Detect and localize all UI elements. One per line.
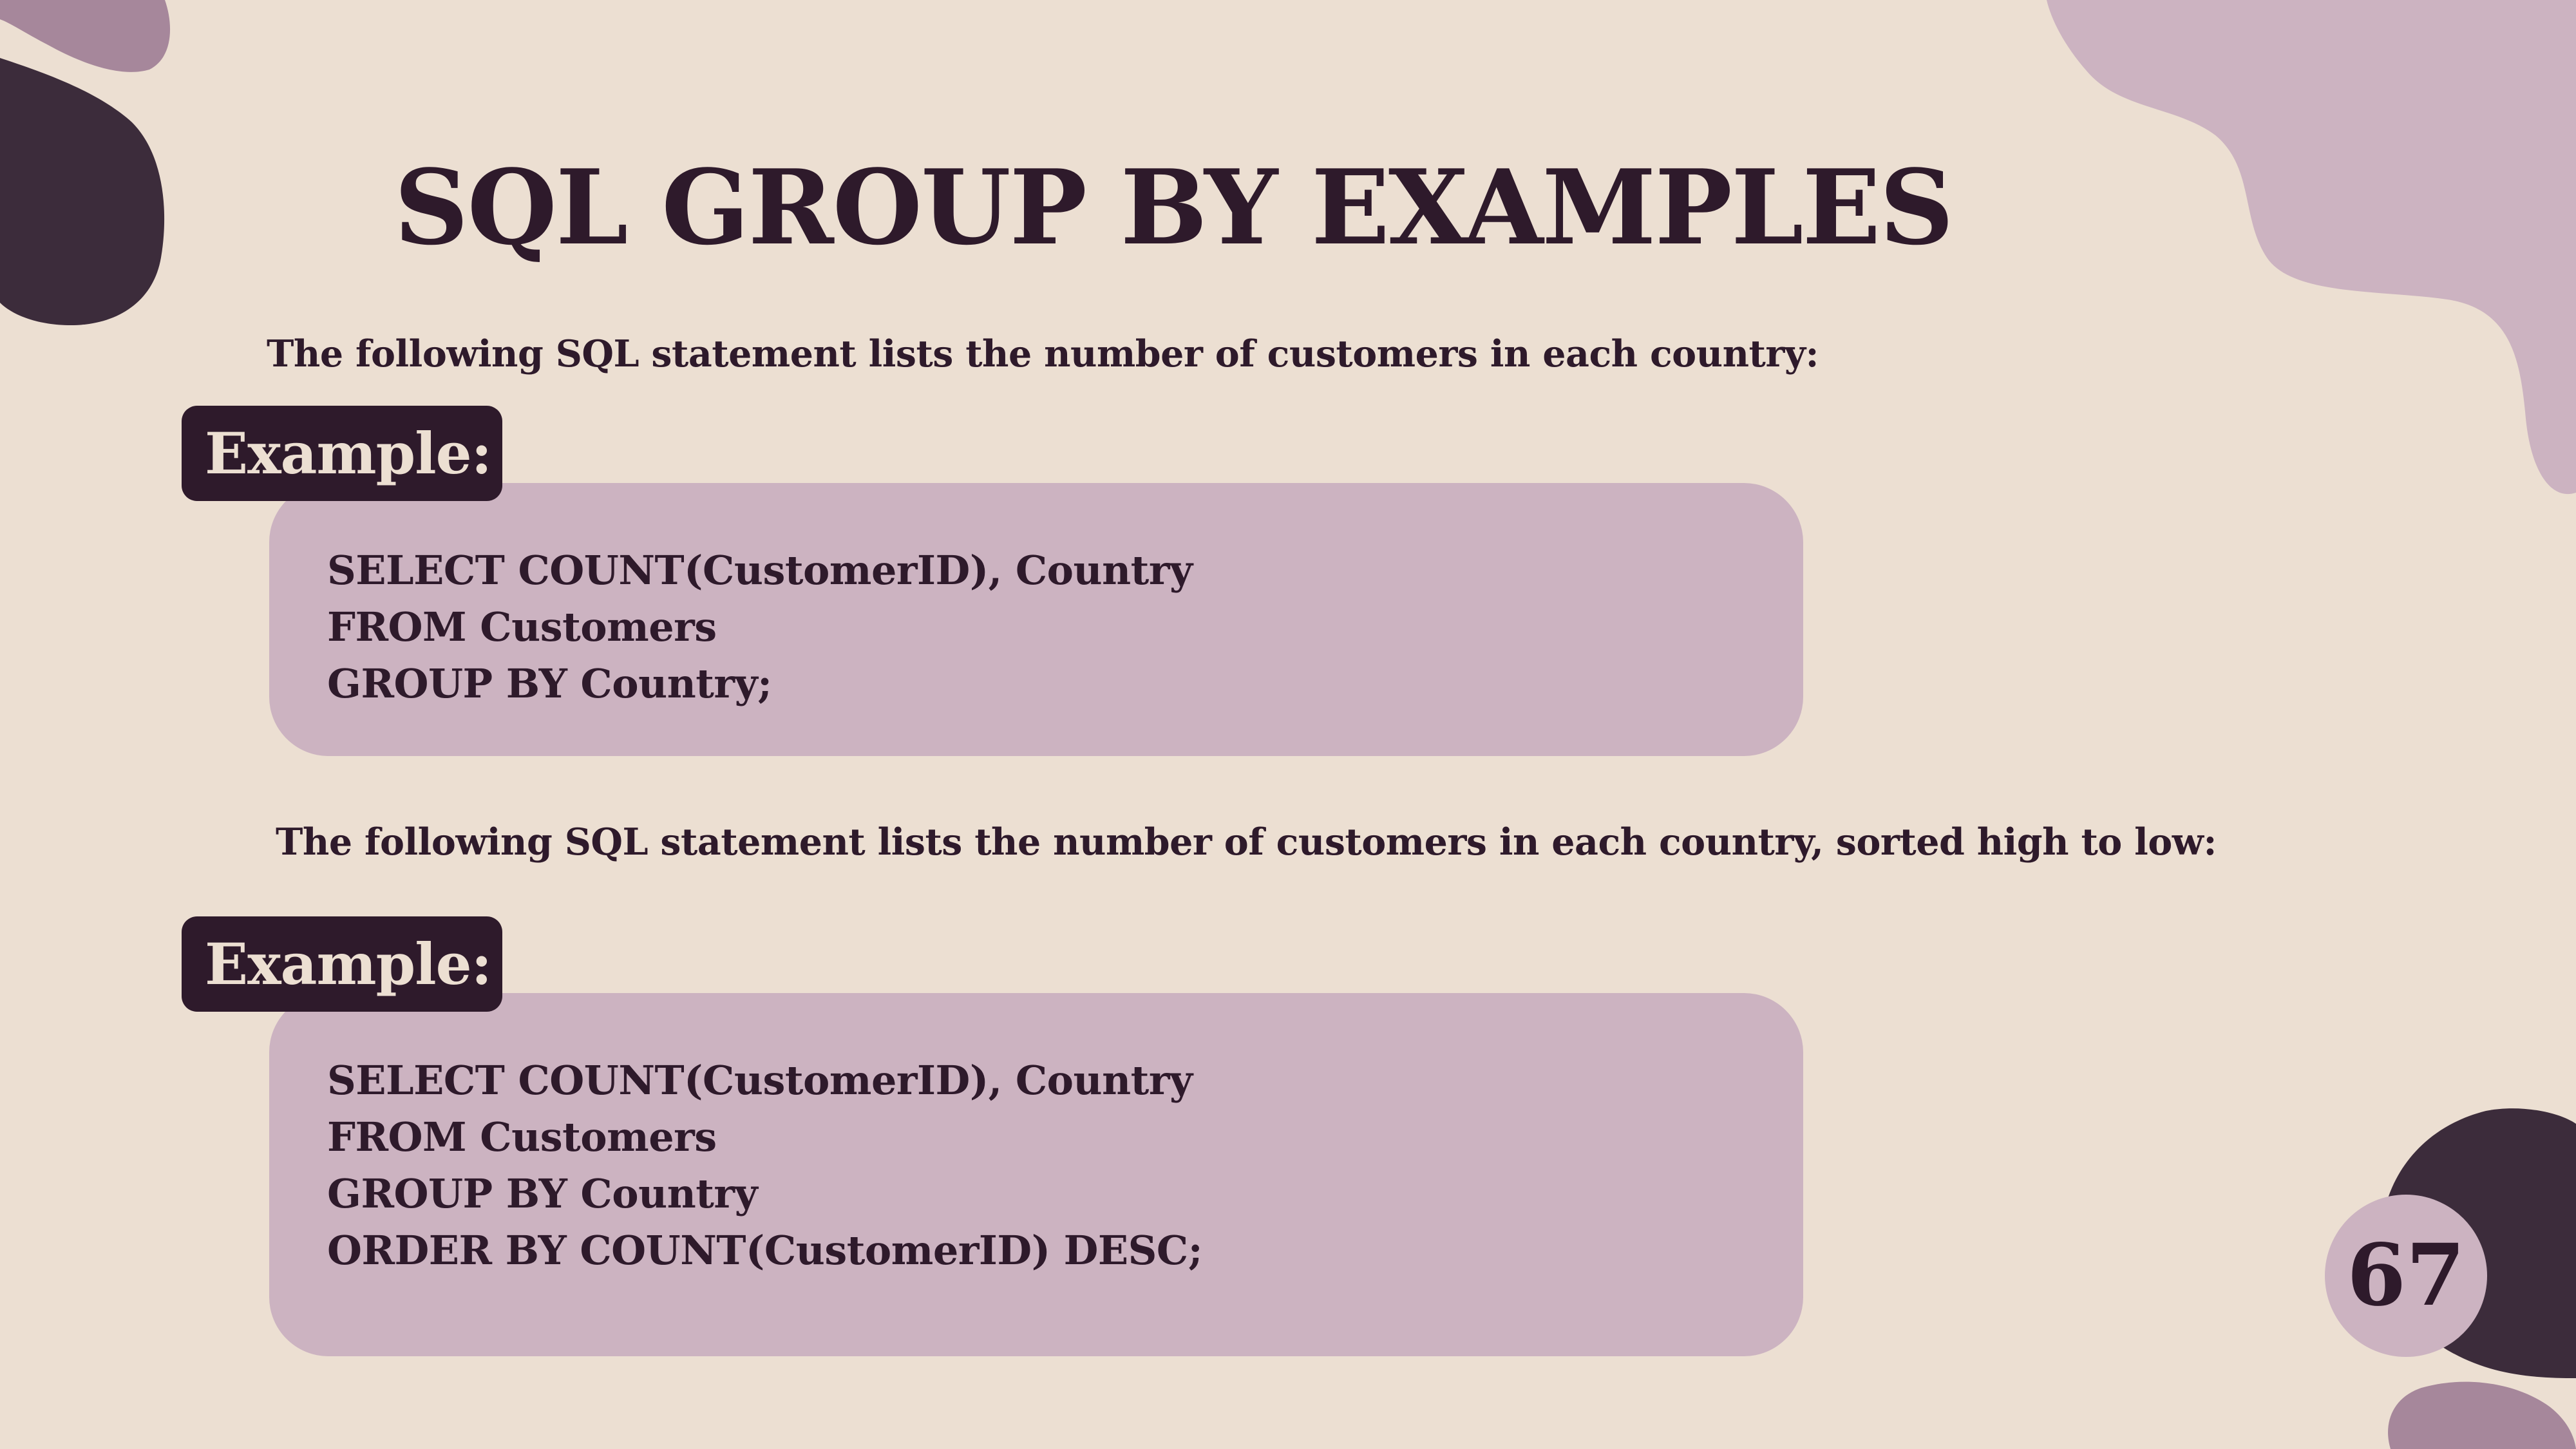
blob-top-right-mauve	[2047, 0, 2576, 495]
blob-bottom-right-mauve	[2388, 1381, 2576, 1449]
example-2-code-box: SELECT COUNT(CustomerID), Country FROM C…	[269, 993, 1803, 1356]
code-line: GROUP BY Country	[327, 1170, 758, 1217]
page-title: SQL GROUP BY EXAMPLES	[394, 147, 1954, 268]
page-number: 67	[2325, 1195, 2487, 1357]
code-line: ORDER BY COUNT(CustomerID) DESC;	[327, 1227, 1203, 1274]
code-line: SELECT COUNT(CustomerID), Country	[327, 547, 1193, 594]
code-line: FROM Customers	[327, 603, 717, 650]
code-line: FROM Customers	[327, 1113, 717, 1160]
code-line: SELECT COUNT(CustomerID), Country	[327, 1057, 1193, 1104]
example-1-code-box: SELECT COUNT(CustomerID), Country FROM C…	[269, 483, 1803, 756]
blob-top-left-mauve	[0, 0, 171, 72]
example-1-tag: Example:	[182, 406, 502, 501]
code-line: GROUP BY Country;	[327, 660, 772, 707]
blob-top-left-dark	[0, 58, 165, 325]
example-2-description: The following SQL statement lists the nu…	[276, 820, 2217, 864]
example-1-description: The following SQL statement lists the nu…	[267, 332, 1819, 375]
example-2-tag: Example:	[182, 916, 502, 1012]
